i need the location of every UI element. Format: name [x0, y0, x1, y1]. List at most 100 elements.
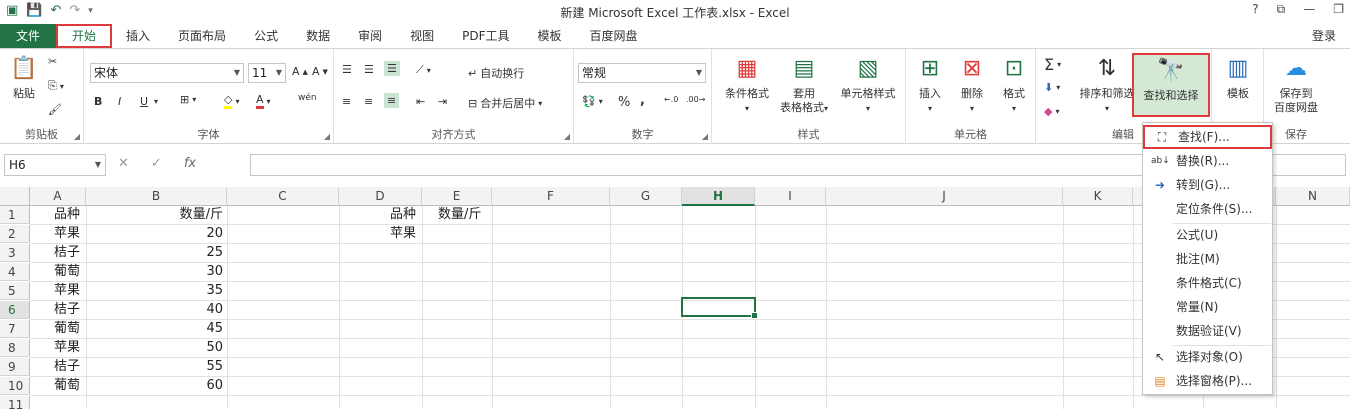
row-header-9[interactable]: 9: [0, 358, 30, 376]
row-header-7[interactable]: 7: [0, 320, 30, 338]
font-name-combo[interactable]: 宋体 ▼: [90, 63, 244, 83]
number-format-combo[interactable]: 常规 ▼: [578, 63, 706, 83]
wrap-text-button[interactable]: ↵ 自动换行: [468, 65, 524, 81]
cancel-icon[interactable]: ✕: [118, 156, 129, 171]
cell-b7[interactable]: 45: [86, 320, 227, 338]
column-header-f[interactable]: F: [492, 187, 610, 206]
italic-button[interactable]: I: [118, 95, 121, 108]
font-color-button[interactable]: A ▾: [256, 93, 271, 109]
fill-color-button[interactable]: ◇ ▾: [224, 93, 239, 109]
template-button[interactable]: ▥ 模板: [1218, 53, 1258, 101]
delete-cells-button[interactable]: ⊠ 删除 ▾: [952, 53, 992, 116]
middle-align-button[interactable]: ☰: [364, 63, 374, 76]
tab-insert[interactable]: 插入: [112, 24, 164, 48]
menu-item-selection-pane[interactable]: ▤ 选择窗格(P)...: [1143, 369, 1272, 393]
menu-item-conditional-formatting[interactable]: 条件格式(C): [1143, 271, 1272, 295]
column-header-i[interactable]: I: [755, 187, 826, 206]
cell-a3[interactable]: 桔子: [54, 244, 80, 262]
clear-button[interactable]: ◆ ▾: [1044, 105, 1059, 118]
cell-b9[interactable]: 55: [86, 358, 227, 376]
percent-button[interactable]: %: [618, 95, 630, 110]
column-header-h[interactable]: H: [682, 187, 755, 206]
tab-pdf-tools[interactable]: PDF工具: [448, 24, 523, 48]
paste-button[interactable]: 📋 粘贴: [4, 53, 44, 101]
autosum-button[interactable]: Σ ▾: [1044, 55, 1061, 74]
insert-function-icon[interactable]: fx: [184, 156, 196, 171]
accounting-format-button[interactable]: 💱 ▾: [582, 95, 603, 108]
column-header-a[interactable]: A: [30, 187, 86, 206]
cell-a4[interactable]: 葡萄: [54, 263, 80, 281]
select-all-corner[interactable]: [0, 187, 30, 206]
cell-a9[interactable]: 桔子: [54, 358, 80, 376]
sort-filter-button[interactable]: ⇅ 排序和筛选 ▾: [1076, 53, 1138, 116]
tab-view[interactable]: 视图: [396, 24, 448, 48]
cell-b6[interactable]: 40: [86, 301, 227, 319]
column-header-n[interactable]: N: [1276, 187, 1350, 206]
cell-a8[interactable]: 苹果: [54, 339, 80, 357]
row-header-2[interactable]: 2: [0, 225, 30, 243]
column-header-j[interactable]: J: [826, 187, 1063, 206]
find-select-button[interactable]: 🔭 查找和选择: [1132, 53, 1210, 117]
increase-decimal-button[interactable]: ←.0: [664, 95, 678, 104]
cell-b5[interactable]: 35: [86, 282, 227, 300]
row-header-11[interactable]: 11: [0, 396, 30, 409]
active-cell-h6[interactable]: [681, 297, 758, 319]
menu-item-constants[interactable]: 常量(N): [1143, 295, 1272, 319]
conditional-formatting-button[interactable]: ▦ 条件格式 ▾: [718, 53, 776, 116]
top-align-button[interactable]: ☰: [342, 63, 352, 76]
row-header-1[interactable]: 1: [0, 206, 30, 224]
format-painter-button[interactable]: 🖌: [48, 103, 62, 116]
menu-item-find[interactable]: ⛶ 查找(F)...: [1143, 125, 1272, 149]
menu-item-goto[interactable]: ➜ 转到(G)...: [1143, 173, 1272, 197]
menu-item-formulas[interactable]: 公式(U): [1143, 223, 1272, 247]
tab-review[interactable]: 审阅: [344, 24, 396, 48]
cell-a2[interactable]: 苹果: [54, 225, 80, 243]
decrease-indent-button[interactable]: ⇤: [416, 95, 425, 108]
increase-indent-button[interactable]: ⇥: [438, 95, 447, 108]
font-size-combo[interactable]: 11 ▼: [248, 63, 286, 83]
column-header-k[interactable]: K: [1063, 187, 1133, 206]
menu-item-select-objects[interactable]: ↖ 选择对象(O): [1143, 345, 1272, 369]
copy-button[interactable]: ⎘ ▾: [48, 79, 64, 93]
tab-home[interactable]: 开始: [56, 24, 113, 48]
enter-icon[interactable]: ✓: [151, 156, 162, 171]
menu-item-comments[interactable]: 批注(M): [1143, 247, 1272, 271]
row-header-4[interactable]: 4: [0, 263, 30, 281]
format-cells-button[interactable]: ⊡ 格式 ▾: [994, 53, 1034, 116]
cut-button[interactable]: ✂: [48, 55, 57, 68]
tab-file[interactable]: 文件: [0, 24, 57, 48]
dialog-launcher-icon[interactable]: ◢: [324, 132, 330, 141]
restore-button[interactable]: ❐: [1333, 2, 1344, 17]
merge-center-button[interactable]: ⊟ 合并后居中 ▾: [468, 95, 542, 111]
cell-b2[interactable]: 20: [86, 225, 227, 243]
cell-d2[interactable]: 苹果: [390, 225, 416, 243]
fill-button[interactable]: ⬇ ▾: [1044, 81, 1060, 94]
cell-d1[interactable]: 品种: [390, 206, 416, 224]
align-left-button[interactable]: ≡: [342, 95, 351, 108]
cell-b8[interactable]: 50: [86, 339, 227, 357]
decrease-decimal-button[interactable]: .00→: [686, 95, 705, 104]
menu-item-data-validation[interactable]: 数据验证(V): [1143, 319, 1272, 343]
tab-baidu-netdisk[interactable]: 百度网盘: [576, 24, 652, 48]
row-header-10[interactable]: 10: [0, 377, 30, 395]
column-header-e[interactable]: E: [422, 187, 492, 206]
tab-data[interactable]: 数据: [292, 24, 344, 48]
cell-b4[interactable]: 30: [86, 263, 227, 281]
cell-b3[interactable]: 25: [86, 244, 227, 262]
tab-template[interactable]: 模板: [524, 24, 576, 48]
tab-formulas[interactable]: 公式: [240, 24, 292, 48]
bottom-align-button[interactable]: ☰: [384, 61, 400, 76]
border-button[interactable]: ⊞ ▾: [180, 93, 196, 106]
cell-a10[interactable]: 葡萄: [54, 377, 80, 395]
align-right-button[interactable]: ≡: [384, 93, 400, 108]
cell-a5[interactable]: 苹果: [54, 282, 80, 300]
column-header-c[interactable]: C: [227, 187, 339, 206]
cell-b10[interactable]: 60: [86, 377, 227, 395]
save-to-netdisk-button[interactable]: ☁ 保存到 百度网盘: [1268, 53, 1324, 115]
align-center-button[interactable]: ≡: [364, 95, 373, 108]
login-link[interactable]: 登录: [1298, 24, 1350, 48]
name-box[interactable]: H6 ▼: [4, 154, 106, 176]
row-header-3[interactable]: 3: [0, 244, 30, 262]
grow-font-button[interactable]: A ▲: [292, 65, 308, 78]
shrink-font-button[interactable]: A ▼: [312, 65, 328, 78]
